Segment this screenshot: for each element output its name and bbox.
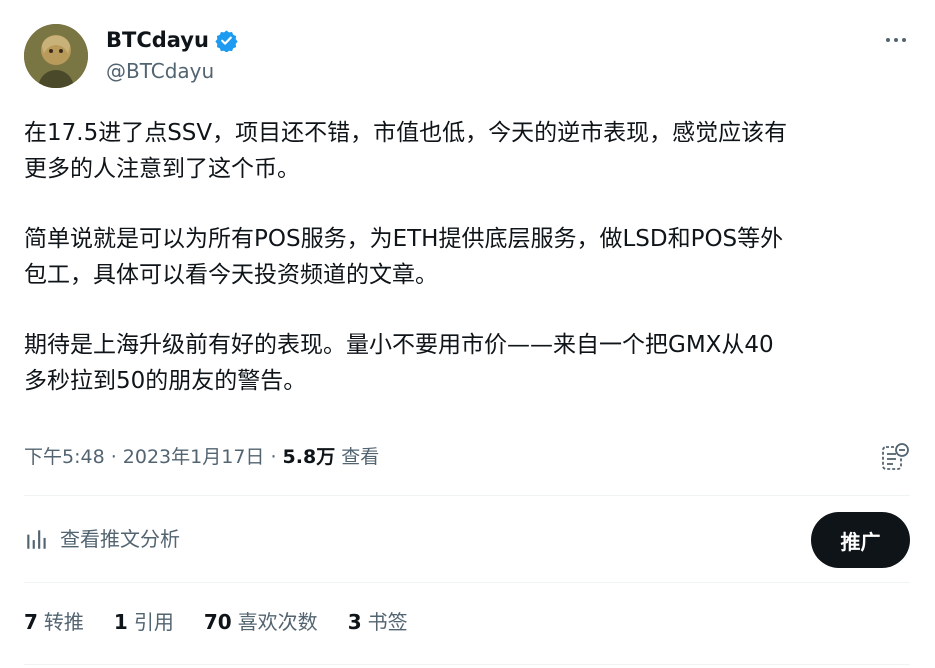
stat-label: 书签 <box>367 610 408 634</box>
tweet-text: 在17.5进了点SSV，项目还不错，市值也低，今天的逆市表现，感觉应该有 更多的… <box>24 116 904 434</box>
divider <box>24 582 910 583</box>
stat-count: 1 <box>113 610 128 634</box>
promote-button[interactable]: 推广 <box>811 512 910 568</box>
view-analytics-link[interactable]: 查看推文分析 <box>24 524 180 554</box>
meta-separator: · <box>104 446 123 468</box>
views-count: 5.8万 <box>282 446 336 468</box>
bookmarks-stat[interactable]: 3 书签 <box>348 607 408 637</box>
stat-label: 引用 <box>133 610 174 634</box>
divider <box>24 495 910 496</box>
avatar-image <box>24 24 88 88</box>
note-icon-svg <box>882 443 909 470</box>
analytics-label[interactable]: 查看推文分析 <box>60 524 180 554</box>
tweet-date[interactable]: 2023年1月17日 <box>123 446 265 468</box>
more-dot <box>902 38 906 42</box>
views-label: 查看 <box>335 446 380 468</box>
quotes-stat[interactable]: 1 引用 <box>114 607 174 637</box>
tweet-paragraph: 简单说就是可以为所有POS服务，为ETH提供底层服务，做LSD和POS等外 包工… <box>24 226 784 288</box>
engagement-stats: 7 转推 1 引用 70 喜欢次数 3 书签 <box>24 607 408 637</box>
tweet-meta: 下午5:48 · 2023年1月17日 · 5.8万 查看 <box>24 443 379 471</box>
likes-stat[interactable]: 70 喜欢次数 <box>204 607 318 637</box>
tweet-paragraph: 在17.5进了点SSV，项目还不错，市值也低，今天的逆市表现，感觉应该有 更多的… <box>24 120 788 182</box>
retweets-stat[interactable]: 7 转推 <box>24 607 84 637</box>
more-dot <box>894 38 898 42</box>
stat-count: 7 <box>24 610 38 634</box>
author-name-row[interactable]: BTCdayu <box>106 27 238 53</box>
stat-count: 3 <box>347 610 362 634</box>
bookmark-note-icon[interactable] <box>880 441 912 473</box>
stat-count: 70 <box>203 610 232 634</box>
meta-separator: · <box>264 446 283 468</box>
tweet-paragraph: 期待是上海升级前有好的表现。量小不要用市价——来自一个把GMX从40 多秒拉到5… <box>24 332 774 394</box>
analytics-icon <box>27 530 46 549</box>
avatar[interactable] <box>24 24 88 88</box>
divider <box>24 664 910 665</box>
more-dot <box>886 38 890 42</box>
author-name[interactable]: BTCdayu <box>106 27 209 53</box>
tweet-time[interactable]: 下午5:48 <box>24 446 105 468</box>
stat-label: 喜欢次数 <box>237 610 318 634</box>
verified-badge-icon <box>215 29 238 52</box>
stat-label: 转推 <box>43 610 84 634</box>
more-options-icon[interactable] <box>880 28 912 52</box>
author-handle[interactable]: @BTCdayu <box>106 58 214 84</box>
